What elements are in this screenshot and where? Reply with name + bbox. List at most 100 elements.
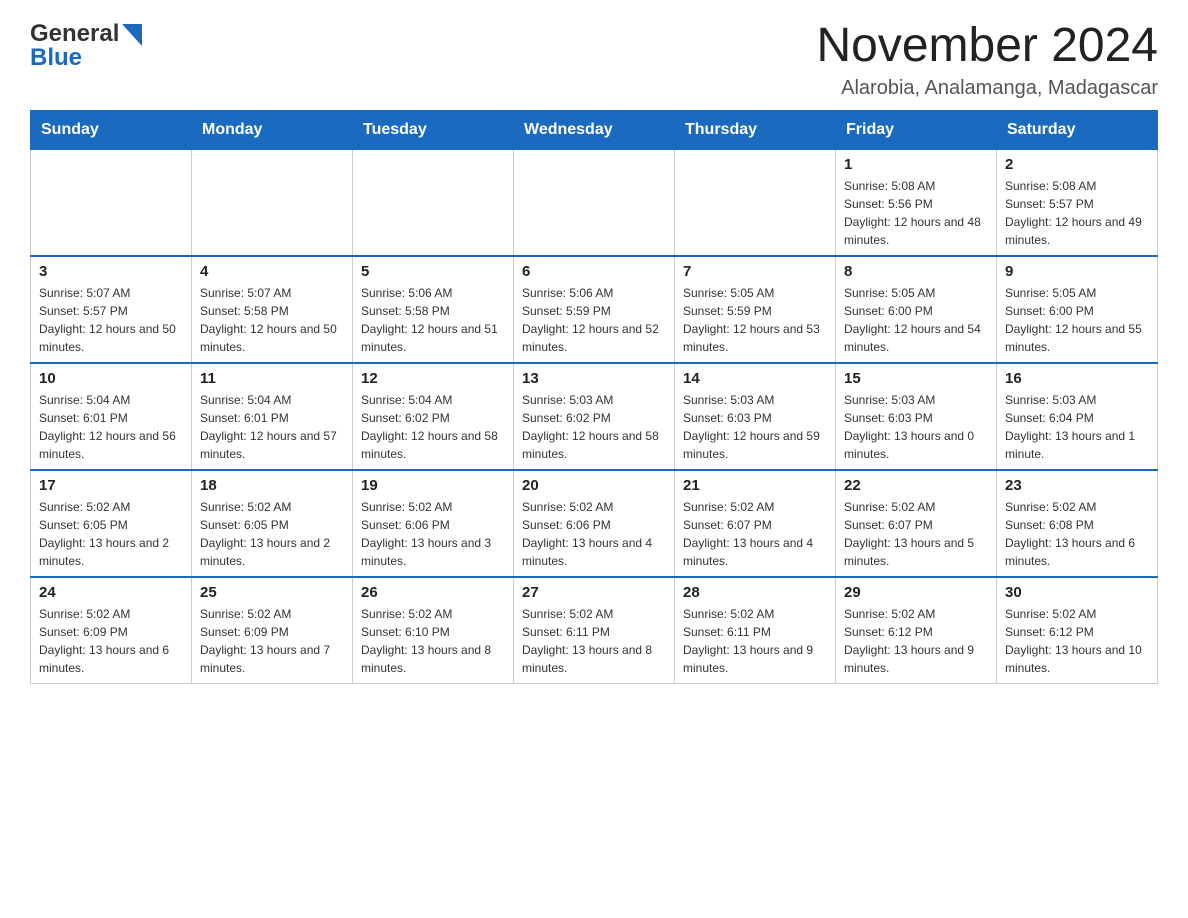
day-number: 11 [200, 370, 344, 387]
day-info: Sunrise: 5:02 AM Sunset: 6:06 PM Dayligh… [361, 498, 505, 570]
logo-triangle-icon [122, 24, 142, 46]
location-subtitle: Alarobia, Analamanga, Madagascar [816, 77, 1158, 100]
calendar-cell: 22Sunrise: 5:02 AM Sunset: 6:07 PM Dayli… [836, 470, 997, 577]
calendar-cell: 15 Sunrise: 5:03 AM Sunset: 6:03 PM Dayli… [836, 363, 997, 470]
day-number: 4 [200, 263, 344, 280]
calendar-cell: 3 Sunrise: 5:07 AM Sunset: 5:57 PM Daylig… [31, 256, 192, 363]
day-number: 12 [361, 370, 505, 387]
day-number: 30 [1005, 584, 1149, 601]
day-number: 24 [39, 584, 183, 601]
calendar-week-row: 10 Sunrise: 5:04 AM Sunset: 6:01 PM Dayli… [31, 363, 1158, 470]
day-info: Sunrise: 5:02 AM Sunset: 6:11 PM Dayligh… [683, 605, 827, 677]
calendar-cell: 16 Sunrise: 5:03 AM Sunset: 6:04 PM Dayli… [997, 363, 1158, 470]
day-info: Sunrise: 5:06 AM Sunset: 5:59 PM Dayligh… [522, 284, 666, 356]
day-number: 2 [1005, 156, 1149, 173]
day-info: Sunrise: 5:05 AM Sunset: 5:59 PM Dayligh… [683, 284, 827, 356]
calendar-cell: 11 Sunrise: 5:04 AM Sunset: 6:01 PM Dayli… [192, 363, 353, 470]
calendar-header: SundayMondayTuesdayWednesdayThursdayFrid… [31, 110, 1158, 149]
day-info: Sunrise: 5:02 AM Sunset: 6:12 PM Dayligh… [1005, 605, 1149, 677]
day-of-week-header: Saturday [997, 110, 1158, 149]
day-number: 29 [844, 584, 988, 601]
day-number: 27 [522, 584, 666, 601]
day-info: Sunrise: 5:02 AM Sunset: 6:05 PM Dayligh… [39, 498, 183, 570]
day-info: Sunrise: 5:02 AM Sunset: 6:12 PM Dayligh… [844, 605, 988, 677]
day-info: Sunrise: 5:03 AM Sunset: 6:03 PM Dayligh… [844, 391, 988, 463]
day-number: 26 [361, 584, 505, 601]
calendar-cell: 4 Sunrise: 5:07 AM Sunset: 5:58 PM Daylig… [192, 256, 353, 363]
day-number: 1 [844, 156, 988, 173]
day-number: 3 [39, 263, 183, 280]
calendar-cell: 20 Sunrise: 5:02 AM Sunset: 6:06 PM Dayli… [514, 470, 675, 577]
calendar-cell: 6 Sunrise: 5:06 AM Sunset: 5:59 PM Daylig… [514, 256, 675, 363]
day-number: 6 [522, 263, 666, 280]
day-info: Sunrise: 5:05 AM Sunset: 6:00 PM Dayligh… [1005, 284, 1149, 356]
day-of-week-header: Sunday [31, 110, 192, 149]
day-number: 13 [522, 370, 666, 387]
day-info: Sunrise: 5:08 AM Sunset: 5:57 PM Dayligh… [1005, 177, 1149, 249]
calendar-table: SundayMondayTuesdayWednesdayThursdayFrid… [30, 110, 1158, 684]
calendar-week-row: 24 Sunrise: 5:02 AM Sunset: 6:09 PM Dayli… [31, 577, 1158, 684]
day-number: 15 [844, 370, 988, 387]
day-number: 17 [39, 477, 183, 494]
calendar-body: 1 Sunrise: 5:08 AM Sunset: 5:56 PM Daylig… [31, 149, 1158, 683]
calendar-cell: 9 Sunrise: 5:05 AM Sunset: 6:00 PM Daylig… [997, 256, 1158, 363]
day-info: Sunrise: 5:07 AM Sunset: 5:58 PM Dayligh… [200, 284, 344, 356]
calendar-cell: 17 Sunrise: 5:02 AM Sunset: 6:05 PM Dayli… [31, 470, 192, 577]
calendar-week-row: 3 Sunrise: 5:07 AM Sunset: 5:57 PM Daylig… [31, 256, 1158, 363]
calendar-cell: 2 Sunrise: 5:08 AM Sunset: 5:57 PM Daylig… [997, 149, 1158, 256]
day-number: 22 [844, 477, 988, 494]
day-number: 8 [844, 263, 988, 280]
day-of-week-header: Tuesday [353, 110, 514, 149]
page-header: General Blue November 2024 Alarobia, Ana… [30, 20, 1158, 100]
day-number: 23 [1005, 477, 1149, 494]
calendar-cell: 30 Sunrise: 5:02 AM Sunset: 6:12 PM Dayli… [997, 577, 1158, 684]
day-number: 20 [522, 477, 666, 494]
calendar-cell: 7Sunrise: 5:05 AM Sunset: 5:59 PM Daylig… [675, 256, 836, 363]
day-number: 19 [361, 477, 505, 494]
day-info: Sunrise: 5:02 AM Sunset: 6:09 PM Dayligh… [39, 605, 183, 677]
day-number: 9 [1005, 263, 1149, 280]
calendar-cell [675, 149, 836, 256]
calendar-cell: 26 Sunrise: 5:02 AM Sunset: 6:10 PM Dayli… [353, 577, 514, 684]
day-of-week-header: Monday [192, 110, 353, 149]
day-number: 28 [683, 584, 827, 601]
calendar-cell: 29 Sunrise: 5:02 AM Sunset: 6:12 PM Dayli… [836, 577, 997, 684]
day-number: 16 [1005, 370, 1149, 387]
header-row: SundayMondayTuesdayWednesdayThursdayFrid… [31, 110, 1158, 149]
day-number: 18 [200, 477, 344, 494]
day-info: Sunrise: 5:03 AM Sunset: 6:02 PM Dayligh… [522, 391, 666, 463]
day-info: Sunrise: 5:05 AM Sunset: 6:00 PM Dayligh… [844, 284, 988, 356]
day-number: 5 [361, 263, 505, 280]
day-info: Sunrise: 5:03 AM Sunset: 6:03 PM Dayligh… [683, 391, 827, 463]
logo-blue-text: Blue [30, 44, 82, 72]
day-info: Sunrise: 5:02 AM Sunset: 6:09 PM Dayligh… [200, 605, 344, 677]
calendar-cell: 14 Sunrise: 5:03 AM Sunset: 6:03 PM Dayli… [675, 363, 836, 470]
title-area: November 2024 Alarobia, Analamanga, Mada… [816, 20, 1158, 100]
calendar-cell [514, 149, 675, 256]
calendar-cell: 24 Sunrise: 5:02 AM Sunset: 6:09 PM Dayli… [31, 577, 192, 684]
day-info: Sunrise: 5:02 AM Sunset: 6:10 PM Dayligh… [361, 605, 505, 677]
calendar-week-row: 17 Sunrise: 5:02 AM Sunset: 6:05 PM Dayli… [31, 470, 1158, 577]
day-of-week-header: Thursday [675, 110, 836, 149]
calendar-cell: 19 Sunrise: 5:02 AM Sunset: 6:06 PM Dayli… [353, 470, 514, 577]
day-info: Sunrise: 5:03 AM Sunset: 6:04 PM Dayligh… [1005, 391, 1149, 463]
day-info: Sunrise: 5:04 AM Sunset: 6:01 PM Dayligh… [200, 391, 344, 463]
calendar-cell: 12 Sunrise: 5:04 AM Sunset: 6:02 PM Dayli… [353, 363, 514, 470]
calendar-cell: 13 Sunrise: 5:03 AM Sunset: 6:02 PM Dayli… [514, 363, 675, 470]
day-info: Sunrise: 5:04 AM Sunset: 6:02 PM Dayligh… [361, 391, 505, 463]
day-of-week-header: Friday [836, 110, 997, 149]
day-number: 10 [39, 370, 183, 387]
calendar-cell: 27 Sunrise: 5:02 AM Sunset: 6:11 PM Dayli… [514, 577, 675, 684]
calendar-cell [353, 149, 514, 256]
calendar-cell [192, 149, 353, 256]
calendar-cell: 5Sunrise: 5:06 AM Sunset: 5:58 PM Daylig… [353, 256, 514, 363]
calendar-cell [31, 149, 192, 256]
calendar-cell: 1 Sunrise: 5:08 AM Sunset: 5:56 PM Daylig… [836, 149, 997, 256]
day-info: Sunrise: 5:02 AM Sunset: 6:11 PM Dayligh… [522, 605, 666, 677]
day-of-week-header: Wednesday [514, 110, 675, 149]
day-info: Sunrise: 5:07 AM Sunset: 5:57 PM Dayligh… [39, 284, 183, 356]
day-number: 14 [683, 370, 827, 387]
day-info: Sunrise: 5:08 AM Sunset: 5:56 PM Dayligh… [844, 177, 988, 249]
day-info: Sunrise: 5:02 AM Sunset: 6:07 PM Dayligh… [683, 498, 827, 570]
day-info: Sunrise: 5:02 AM Sunset: 6:06 PM Dayligh… [522, 498, 666, 570]
